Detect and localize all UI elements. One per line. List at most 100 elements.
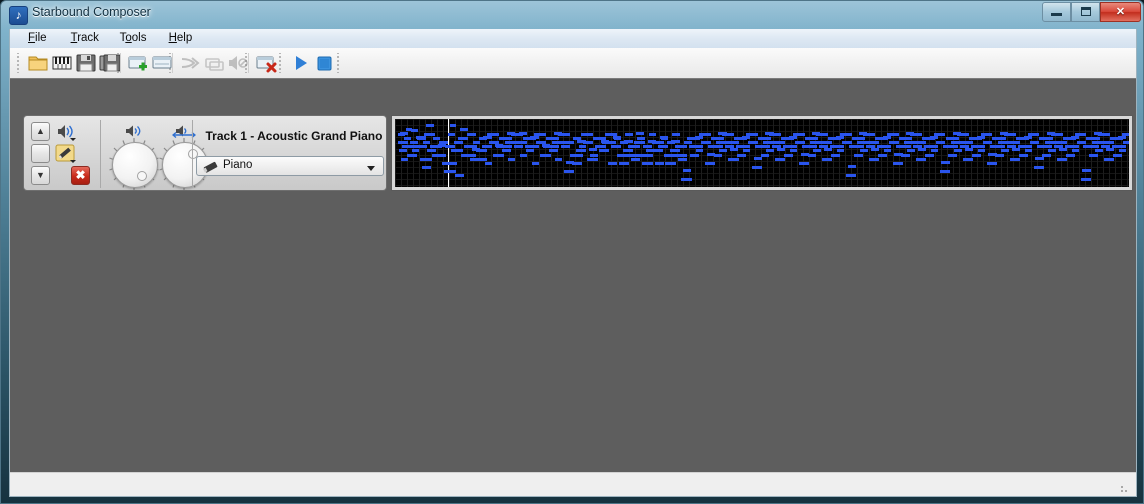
- note-block[interactable]: [688, 145, 700, 149]
- note-block[interactable]: [712, 145, 724, 149]
- note-block[interactable]: [426, 124, 435, 128]
- note-block[interactable]: [411, 129, 419, 133]
- note-block[interactable]: [775, 157, 786, 161]
- note-block[interactable]: [553, 132, 563, 136]
- note-block[interactable]: [963, 157, 974, 161]
- note-block[interactable]: [622, 149, 633, 153]
- note-block[interactable]: [477, 157, 487, 161]
- save-as-button[interactable]: [98, 51, 122, 75]
- piano-roll[interactable]: [395, 119, 1129, 187]
- note-block[interactable]: [1080, 177, 1091, 181]
- save-button[interactable]: [74, 51, 98, 75]
- note-block[interactable]: [1065, 153, 1075, 157]
- note-block[interactable]: [853, 145, 864, 149]
- note-block[interactable]: [1029, 141, 1039, 145]
- note-block[interactable]: [771, 141, 781, 145]
- note-block[interactable]: [560, 145, 570, 149]
- volume-knob-dial[interactable]: [112, 142, 158, 188]
- note-block[interactable]: [415, 136, 427, 140]
- note-block[interactable]: [441, 161, 457, 165]
- title-bar[interactable]: ♪ Starbound Composer ✕: [1, 1, 1144, 29]
- note-block[interactable]: [618, 161, 630, 165]
- toolbar-grip[interactable]: [336, 53, 340, 73]
- note-block[interactable]: [599, 149, 610, 153]
- note-block[interactable]: [625, 133, 633, 137]
- note-block[interactable]: [882, 136, 891, 140]
- note-block[interactable]: [1058, 148, 1068, 152]
- note-block[interactable]: [530, 136, 539, 140]
- note-block[interactable]: [681, 177, 692, 181]
- note-block[interactable]: [830, 153, 840, 157]
- note-block[interactable]: [916, 157, 927, 161]
- note-block[interactable]: [988, 152, 997, 156]
- note-block[interactable]: [986, 161, 997, 165]
- note-block[interactable]: [959, 141, 969, 145]
- note-block[interactable]: [524, 145, 536, 149]
- note-block[interactable]: [766, 149, 774, 153]
- note-block[interactable]: [569, 153, 583, 157]
- note-block[interactable]: [728, 157, 739, 161]
- note-block[interactable]: [1018, 153, 1028, 157]
- note-block[interactable]: [654, 161, 664, 165]
- note-block[interactable]: [455, 149, 463, 153]
- note-block[interactable]: [402, 145, 415, 149]
- note-block[interactable]: [672, 133, 680, 137]
- note-block[interactable]: [954, 149, 962, 153]
- note-block[interactable]: [540, 153, 551, 157]
- note-block[interactable]: [870, 148, 880, 152]
- note-block[interactable]: [710, 137, 724, 141]
- note-block[interactable]: [1017, 145, 1029, 149]
- note-block[interactable]: [610, 145, 622, 149]
- maximize-button[interactable]: [1071, 2, 1100, 22]
- note-block[interactable]: [1071, 149, 1080, 153]
- note-block[interactable]: [636, 132, 645, 136]
- note-block[interactable]: [924, 153, 934, 157]
- note-block[interactable]: [706, 152, 715, 156]
- note-block[interactable]: [992, 137, 1006, 141]
- note-block[interactable]: [427, 149, 437, 153]
- note-block[interactable]: [888, 141, 898, 145]
- note-block[interactable]: [876, 145, 888, 149]
- note-block[interactable]: [939, 169, 950, 173]
- note-block[interactable]: [1001, 149, 1009, 153]
- note-block[interactable]: [901, 153, 911, 157]
- note-block[interactable]: [841, 141, 852, 145]
- note-block[interactable]: [1086, 137, 1100, 141]
- note-block[interactable]: [1112, 153, 1122, 157]
- note-block[interactable]: [1088, 145, 1099, 149]
- note-block[interactable]: [549, 149, 558, 153]
- note-block[interactable]: [930, 149, 939, 153]
- note-block[interactable]: [1117, 136, 1126, 140]
- note-block[interactable]: [765, 132, 774, 136]
- note-block[interactable]: [581, 133, 594, 137]
- note-block[interactable]: [519, 153, 528, 157]
- note-block[interactable]: [1048, 149, 1056, 153]
- note-block[interactable]: [1111, 145, 1123, 149]
- note-block[interactable]: [1023, 136, 1032, 140]
- note-block[interactable]: [634, 141, 645, 145]
- note-block[interactable]: [829, 145, 841, 149]
- close-button[interactable]: ✕: [1100, 2, 1141, 22]
- menu-item-track[interactable]: Track: [64, 31, 106, 46]
- note-block[interactable]: [724, 141, 734, 145]
- note-block[interactable]: [437, 144, 447, 148]
- note-block[interactable]: [628, 145, 641, 149]
- note-block[interactable]: [804, 137, 818, 141]
- note-block[interactable]: [443, 169, 456, 173]
- note-block[interactable]: [851, 137, 865, 141]
- resize-grip-icon[interactable]: [1120, 481, 1133, 494]
- note-block[interactable]: [953, 132, 962, 136]
- note-block[interactable]: [637, 137, 645, 141]
- open-file-button[interactable]: [26, 51, 50, 75]
- note-block[interactable]: [822, 157, 833, 161]
- note-block[interactable]: [433, 137, 441, 141]
- note-block[interactable]: [912, 141, 922, 145]
- note-block[interactable]: [818, 141, 828, 145]
- note-block[interactable]: [525, 149, 535, 153]
- note-block[interactable]: [784, 153, 793, 157]
- stop-button[interactable]: [312, 51, 336, 75]
- note-block[interactable]: [683, 168, 692, 172]
- note-block[interactable]: [466, 133, 476, 137]
- track-select-checkbox[interactable]: [31, 144, 50, 163]
- track-mute-button[interactable]: [55, 122, 77, 141]
